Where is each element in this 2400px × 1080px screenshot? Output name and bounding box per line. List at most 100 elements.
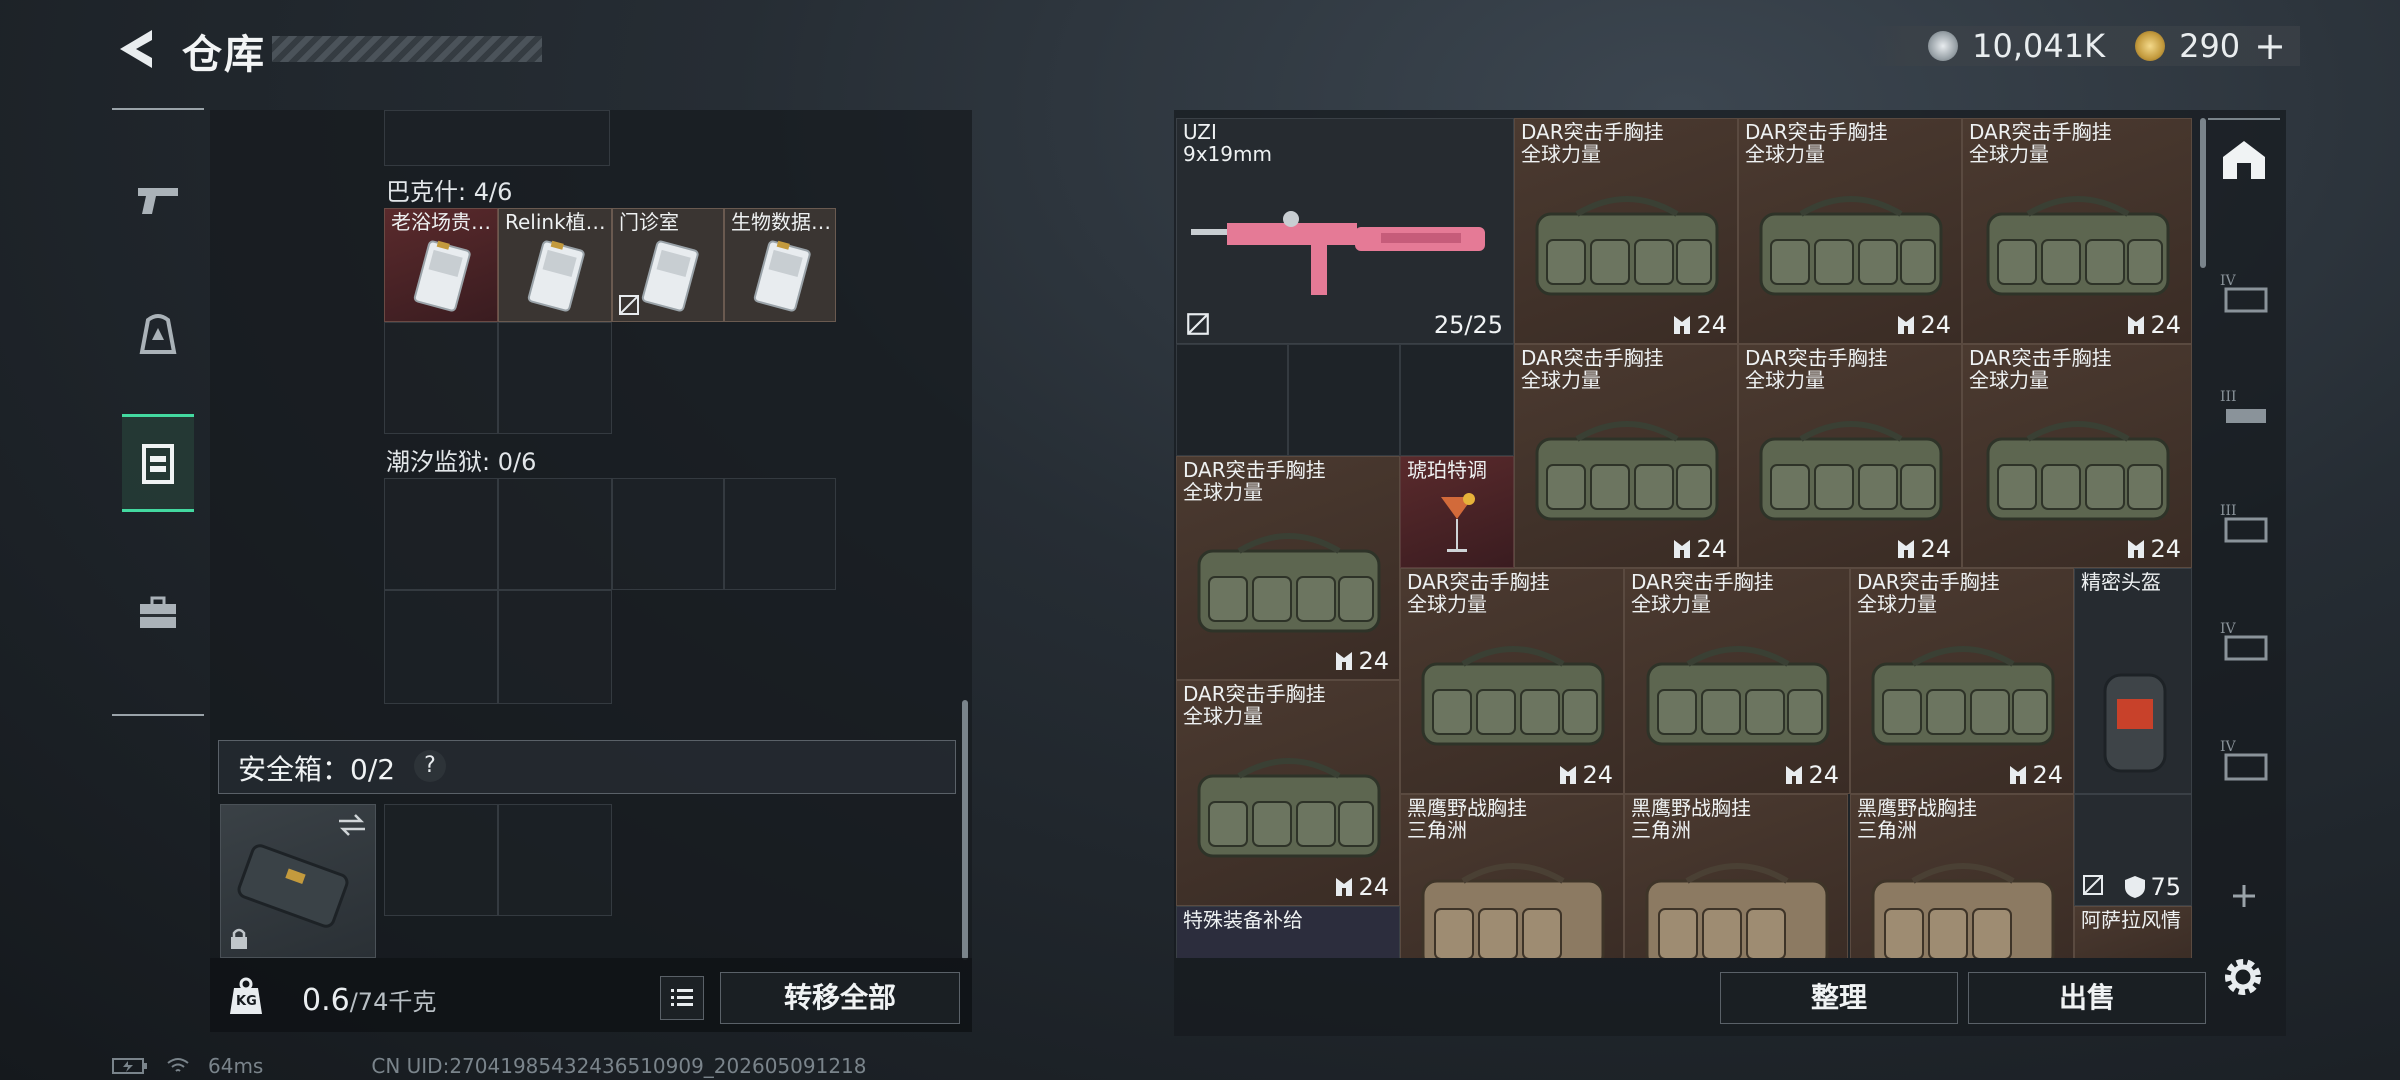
nav-warehouse[interactable] xyxy=(2208,118,2280,200)
item-card-dar-rig[interactable]: DAR突击手胸挂 全球力量 24 xyxy=(1176,680,1400,906)
grid-cell[interactable] xyxy=(724,478,836,590)
nav-backpack[interactable] xyxy=(122,288,194,380)
capacity-readout: 24 xyxy=(1558,761,1613,789)
nav-tier-iii-a[interactable]: III xyxy=(2208,370,2280,450)
item-name: DAR突击手胸挂 xyxy=(1521,120,1664,144)
transfer-all-button[interactable]: 转移全部 xyxy=(720,972,960,1024)
item-card-eagle-rig[interactable]: 黑鹰野战胸挂 三角洲 xyxy=(1850,794,2074,958)
chest-rig-bag-icon xyxy=(1646,646,1830,746)
grid-cell[interactable] xyxy=(384,804,498,916)
add-tab-button[interactable] xyxy=(2208,856,2280,936)
grid-cell[interactable] xyxy=(612,478,724,590)
grid-cell[interactable] xyxy=(384,590,498,704)
chest-rig-bag-icon xyxy=(1535,196,1719,296)
item-name: DAR突击手胸挂 xyxy=(1407,570,1550,594)
item-card-special-supply[interactable]: 特殊装备补给 xyxy=(1176,906,1400,958)
cocktail-icon xyxy=(1441,493,1475,552)
help-button[interactable]: ? xyxy=(414,750,446,782)
item-card-cocktail[interactable]: 琥珀特调 xyxy=(1400,456,1514,568)
grid-cell[interactable] xyxy=(498,322,612,434)
item-card-dar-rig[interactable]: DAR突击手胸挂 全球力量 24 xyxy=(1176,456,1400,680)
rig-capacity-icon xyxy=(2128,540,2145,558)
weight-readout: 0.6/74千克 xyxy=(302,982,436,1018)
item-card-asala[interactable]: 阿萨拉风情 xyxy=(2074,906,2192,958)
nav-chest-rig[interactable] xyxy=(122,414,194,512)
nav-tier-iv-b[interactable]: IV xyxy=(2208,602,2280,682)
item-card-dar-rig[interactable]: DAR突击手胸挂 全球力量 24 xyxy=(1850,568,2074,794)
stash-grid: UZI 9x19mm 25/25 DAR突击手胸挂 全球力量 24 DAR突击手… xyxy=(1176,118,2192,958)
container-label-chaoxi: 潮汐监狱: 0/6 xyxy=(386,448,537,476)
no-insure-icon xyxy=(1187,313,1209,335)
item-name: 特殊装备补给 xyxy=(1183,908,1303,932)
item-name: 阿萨拉风情 xyxy=(2081,908,2181,932)
list-view-button[interactable] xyxy=(660,976,704,1020)
item-brand: 全球力量 xyxy=(1969,142,2049,166)
item-name: DAR突击手胸挂 xyxy=(1183,682,1326,706)
back-arrow-icon[interactable] xyxy=(112,26,162,72)
container-label-bakeshi: 巴克什: 4/6 xyxy=(386,178,513,206)
svg-text:III: III xyxy=(2220,503,2237,519)
rig-capacity-icon xyxy=(1898,316,1915,334)
grid-cell[interactable] xyxy=(384,110,610,166)
item-card[interactable]: Relink植… xyxy=(498,208,612,322)
weight-current: 0.6 xyxy=(302,983,350,1018)
item-card[interactable]: 生物数据… xyxy=(724,208,836,322)
armor-readout: 75 xyxy=(2124,873,2181,901)
grid-cell[interactable] xyxy=(384,322,498,434)
plus-icon xyxy=(2233,885,2255,907)
currency-gold-value: 290 xyxy=(2179,27,2241,65)
grid-cell[interactable] xyxy=(498,590,612,704)
grid-cell[interactable] xyxy=(498,804,612,916)
uid-text: CN UID:27041985432436510909_202605091218 xyxy=(371,1054,867,1078)
item-name: DAR突击手胸挂 xyxy=(1745,346,1888,370)
item-card[interactable]: 门诊室 xyxy=(612,208,724,322)
item-card-dar-rig[interactable]: DAR突击手胸挂 全球力量 24 xyxy=(1514,344,1738,568)
capacity-value: 24 xyxy=(1696,535,1727,563)
item-card-eagle-rig[interactable]: 黑鹰野战胸挂 三角洲 xyxy=(1400,794,1624,958)
item-card-dar-rig[interactable]: DAR突击手胸挂 全球力量 24 xyxy=(1962,344,2192,568)
nav-tier-iii-b[interactable]: III xyxy=(2208,484,2280,564)
grid-cell[interactable] xyxy=(498,478,612,590)
item-name: DAR突击手胸挂 xyxy=(1745,120,1888,144)
item-card-eagle-rig[interactable]: 黑鹰野战胸挂 三角洲 xyxy=(1624,794,1848,958)
grid-cell[interactable] xyxy=(1176,344,1288,456)
nav-tier-iv-c[interactable]: IV xyxy=(2208,720,2280,800)
tier-iii-icon: III xyxy=(2220,503,2268,543)
ammo-count: 25/25 xyxy=(1433,311,1503,339)
chest-rig-bag-icon xyxy=(1986,196,2170,296)
item-brand: 全球力量 xyxy=(1969,368,2049,392)
safe-box-item[interactable] xyxy=(220,804,376,958)
sell-button[interactable]: 出售 xyxy=(1968,972,2206,1024)
nav-toolbox[interactable] xyxy=(122,566,194,658)
item-card-helmet-extra[interactable]: 75 xyxy=(2074,794,2192,906)
item-card-dar-rig[interactable]: DAR突击手胸挂 全球力量 24 xyxy=(1738,344,1962,568)
capacity-value: 24 xyxy=(2032,761,2063,789)
item-card-helmet[interactable]: 精密头盔 xyxy=(2074,568,2192,794)
settings-button[interactable] xyxy=(2218,952,2268,1002)
item-name: UZI xyxy=(1183,120,1217,144)
item-card-dar-rig[interactable]: DAR突击手胸挂 全球力量 24 xyxy=(1514,118,1738,344)
left-scrollbar[interactable] xyxy=(962,700,968,960)
add-currency-button[interactable]: + xyxy=(2254,24,2286,68)
battery-icon xyxy=(112,1058,147,1074)
grid-cell[interactable] xyxy=(1288,344,1400,456)
item-brand: 全球力量 xyxy=(1183,704,1263,728)
item-card-dar-rig[interactable]: DAR突击手胸挂 全球力量 24 xyxy=(1738,118,1962,344)
item-card-dar-rig[interactable]: DAR突击手胸挂 全球力量 24 xyxy=(1400,568,1624,794)
item-card-dar-rig[interactable]: DAR突击手胸挂 全球力量 24 xyxy=(1962,118,2192,344)
nav-tier-iv-a[interactable]: IV xyxy=(2208,254,2280,334)
capacity-readout: 24 xyxy=(1334,873,1389,901)
item-name: 老浴场贵… xyxy=(391,210,491,234)
item-card-uzi[interactable]: UZI 9x19mm 25/25 xyxy=(1176,118,1514,344)
nav-weapon[interactable] xyxy=(122,154,194,246)
lock-icon xyxy=(231,928,247,949)
no-insure-icon xyxy=(619,295,639,315)
backpack-icon xyxy=(139,314,177,354)
grid-cell[interactable] xyxy=(1400,344,1514,456)
swap-icon[interactable] xyxy=(337,813,367,837)
wifi-icon xyxy=(167,1058,189,1072)
grid-cell[interactable] xyxy=(384,478,498,590)
item-card[interactable]: 老浴场贵… xyxy=(384,208,498,322)
item-card-dar-rig[interactable]: DAR突击手胸挂 全球力量 24 xyxy=(1624,568,1850,794)
sort-button[interactable]: 整理 xyxy=(1720,972,1958,1024)
